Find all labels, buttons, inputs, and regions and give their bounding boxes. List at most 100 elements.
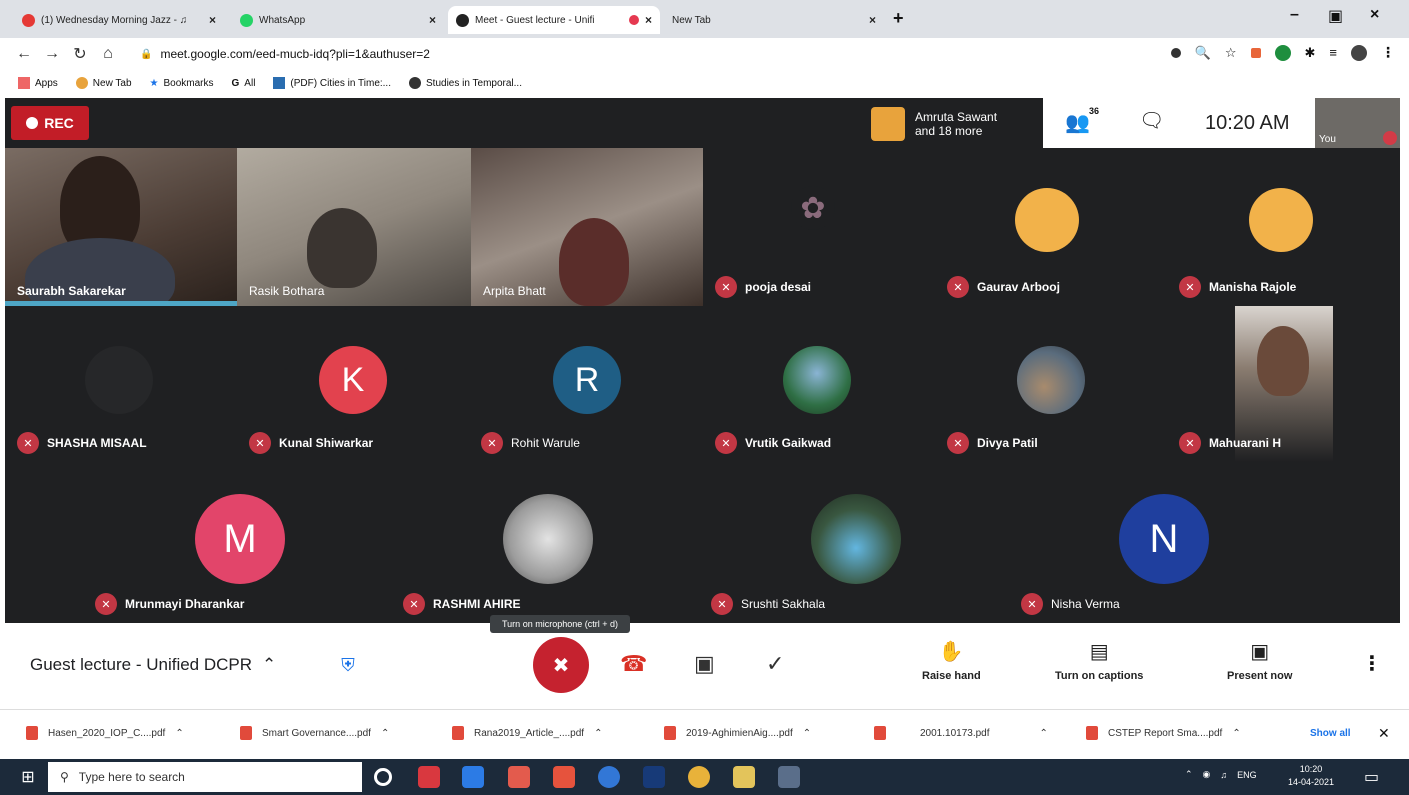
show-all-downloads-link[interactable]: Show all: [1310, 728, 1351, 739]
bookmark-cities-in-time[interactable]: (PDF) Cities in Time:...: [273, 77, 391, 89]
taskbar-clock[interactable]: 10:20 14-04-2021: [1288, 763, 1334, 789]
shield-icon[interactable]: ⛨: [335, 651, 361, 679]
tab-youtube[interactable]: (1) Wednesday Morning Jazz - ♫ ×: [14, 6, 224, 34]
extension-icon[interactable]: [1274, 44, 1291, 61]
chrome-icon[interactable]: [688, 766, 710, 788]
chat-icon[interactable]: 🗨: [1139, 108, 1164, 133]
window-close-button[interactable]: ×: [1370, 6, 1379, 24]
tab-meet[interactable]: Meet - Guest lecture - Unifi ×: [448, 6, 660, 34]
chevron-up-icon[interactable]: ⌃: [1232, 728, 1240, 739]
participant-tile[interactable]: ✕ RASHMI AHIRE: [313, 462, 623, 623]
edge-icon[interactable]: [598, 766, 620, 788]
participant-tile[interactable]: ✕ Gaurav Arbooj: [935, 148, 1167, 306]
checkmark-button[interactable]: ✓: [766, 651, 784, 677]
video-tile[interactable]: Rasik Bothara: [237, 148, 471, 306]
participant-tile[interactable]: ✕ Mahuarani H: [1167, 306, 1400, 462]
participant-tile[interactable]: K ✕ Kunal Shiwarkar: [237, 306, 469, 462]
bookmark-all[interactable]: G All: [232, 78, 256, 89]
participant-video: [307, 208, 377, 288]
camera-button[interactable]: ▣: [694, 651, 715, 677]
participant-tile[interactable]: N ✕ Nisha Verma: [933, 462, 1243, 623]
tab-whatsapp[interactable]: WhatsApp ×: [232, 6, 444, 34]
chevron-up-icon[interactable]: ⌃: [803, 728, 811, 739]
cortana-icon[interactable]: [374, 768, 392, 786]
windows-start-icon[interactable]: ⊞: [8, 763, 48, 791]
language-indicator[interactable]: ENG: [1237, 770, 1257, 780]
puzzle-icon[interactable]: ✱: [1305, 45, 1316, 61]
tab-title: Meet - Guest lecture - Unifi: [475, 14, 595, 26]
url-bar[interactable]: 🔒 meet.google.com/eed-mucb-idq?pli=1&aut…: [140, 42, 1120, 66]
participant-tile[interactable]: M ✕ Mrunmayi Dharankar: [5, 462, 313, 623]
presenter-panel[interactable]: Amruta Sawant and 18 more: [871, 102, 1043, 146]
media-queue-icon[interactable]: ≡: [1329, 45, 1337, 60]
taskbar-search-box[interactable]: ⚲ Type here to search: [48, 762, 362, 792]
app-icon[interactable]: [508, 766, 530, 788]
camera-icon[interactable]: [1170, 47, 1181, 58]
network-icon[interactable]: ◉: [1203, 769, 1211, 780]
download-item[interactable]: Hasen_2020_IOP_C....pdf ⌃: [26, 726, 184, 740]
home-button[interactable]: ⌂: [94, 45, 122, 63]
acrobat-icon[interactable]: [418, 766, 440, 788]
profile-avatar[interactable]: [1351, 44, 1367, 61]
extension-icon[interactable]: [1250, 47, 1261, 58]
more-options-icon[interactable]: ⋮: [1362, 651, 1382, 676]
meeting-details-toggle[interactable]: Guest lecture - Unified DCPR ⌃: [30, 655, 276, 675]
bookmark-temporal-studies[interactable]: Studies in Temporal...: [409, 77, 522, 89]
maximize-button[interactable]: ▣: [1328, 6, 1343, 26]
reload-button[interactable]: ↻: [66, 44, 94, 64]
download-item[interactable]: 2001.10173.pdf ⌃: [874, 726, 1048, 740]
mic-off-icon: ✕: [947, 432, 969, 454]
new-tab-button[interactable]: +: [893, 8, 904, 29]
download-item[interactable]: CSTEP Report Sma....pdf ⌃: [1086, 726, 1241, 740]
self-view-label: You: [1319, 134, 1336, 145]
people-icon[interactable]: 👥: [1065, 110, 1090, 135]
participant-tile[interactable]: ✕ Manisha Rajole: [1167, 148, 1400, 306]
app-icon[interactable]: [778, 766, 800, 788]
tab-close-icon[interactable]: ×: [429, 13, 436, 27]
chevron-up-icon[interactable]: ⌃: [381, 728, 389, 739]
participant-tile[interactable]: ✕ Divya Patil: [935, 306, 1167, 462]
tab-new-tab[interactable]: New Tab ×: [664, 6, 884, 34]
file-explorer-icon[interactable]: [733, 766, 755, 788]
app-icon[interactable]: [462, 766, 484, 788]
self-view-tile[interactable]: You: [1315, 98, 1400, 148]
menu-kebab-icon[interactable]: ⋮: [1381, 44, 1395, 61]
tab-close-icon[interactable]: ×: [869, 13, 876, 27]
tab-close-icon[interactable]: ×: [209, 13, 216, 27]
volume-icon[interactable]: ♫: [1220, 770, 1227, 780]
tray-chevron-icon[interactable]: ⌃: [1185, 769, 1193, 780]
participant-tile[interactable]: R ✕ Rohit Warule: [469, 306, 703, 462]
close-downloads-icon[interactable]: ✕: [1378, 725, 1390, 742]
participant-tile[interactable]: ✕ SHASHA MISAAL: [5, 306, 237, 462]
bookmark-star-icon[interactable]: ☆: [1225, 45, 1237, 61]
captions-button[interactable]: ▤ Turn on captions: [1055, 639, 1143, 682]
present-now-button[interactable]: ▣ Present now: [1227, 639, 1292, 682]
app-icon[interactable]: [643, 766, 665, 788]
chevron-up-icon[interactable]: ⌃: [175, 728, 183, 739]
video-tile[interactable]: Arpita Bhatt: [471, 148, 703, 306]
back-button[interactable]: ←: [10, 45, 38, 63]
forward-button[interactable]: →: [38, 45, 66, 63]
bookmark-apps[interactable]: Apps: [18, 77, 58, 89]
microphone-button[interactable]: ✖: [533, 637, 589, 693]
tab-close-icon[interactable]: ×: [645, 13, 652, 27]
download-item[interactable]: 2019-AghimienAig....pdf ⌃: [664, 726, 811, 740]
hang-up-button[interactable]: ☎: [620, 651, 647, 677]
app-icon[interactable]: [553, 766, 575, 788]
chevron-up-icon[interactable]: ⌃: [1040, 728, 1048, 739]
download-item[interactable]: Rana2019_Article_....pdf ⌃: [452, 726, 602, 740]
zoom-icon[interactable]: 🔍: [1195, 45, 1211, 61]
participant-avatar: N: [1119, 494, 1209, 584]
bookmark-bookmarks[interactable]: ★ Bookmarks: [150, 78, 214, 89]
notifications-icon[interactable]: ▭: [1364, 767, 1379, 787]
download-item[interactable]: Smart Governance....pdf ⌃: [240, 726, 389, 740]
participant-tile[interactable]: ✕ Srushti Sakhala: [623, 462, 933, 623]
participant-tile[interactable]: ✿ ✕ pooja desai: [703, 148, 935, 306]
bookmark-new-tab[interactable]: New Tab: [75, 77, 132, 89]
minimize-button[interactable]: –: [1290, 6, 1299, 24]
participant-avatar: [1017, 346, 1085, 414]
chevron-up-icon[interactable]: ⌃: [594, 728, 602, 739]
raise-hand-button[interactable]: ✋ Raise hand: [922, 639, 981, 682]
participant-tile[interactable]: ✕ Vrutik Gaikwad: [703, 306, 935, 462]
video-tile[interactable]: Saurabh Sakarekar: [5, 148, 237, 306]
